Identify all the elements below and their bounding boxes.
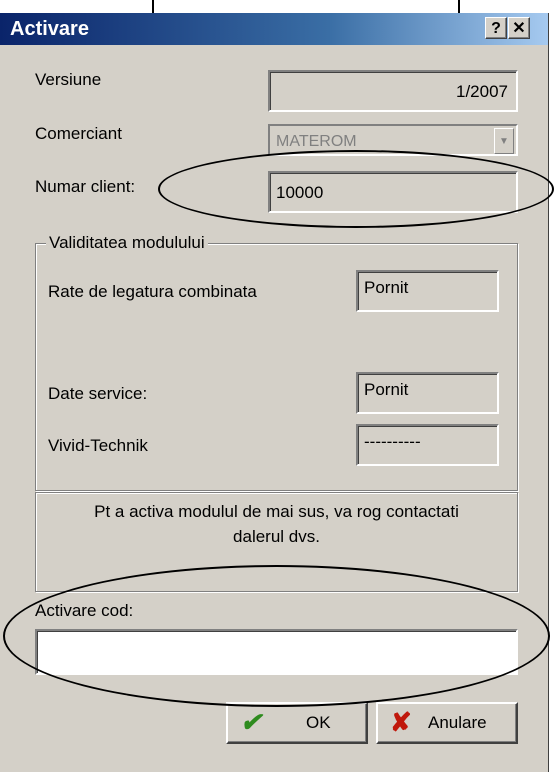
activation-code-label: Activare cod:	[35, 601, 134, 620]
comerciant-select[interactable]: MATEROM ▼	[268, 124, 518, 156]
versiune-label: Versiune	[35, 70, 102, 89]
versiune-value: 1/2007	[456, 82, 508, 101]
numar-client-field[interactable]: 10000	[268, 171, 518, 213]
rate-status: Pornit	[356, 270, 499, 312]
vivid-technik-label: Vivid-Technik	[48, 436, 148, 455]
info-line-1: Pt a activa modulul de mai sus, va rog c…	[94, 502, 459, 521]
check-icon: ✔	[240, 707, 262, 737]
date-service-status: Pornit	[356, 372, 499, 414]
activation-code-input[interactable]	[35, 629, 518, 675]
numar-client-value: 10000	[276, 183, 324, 202]
top-edge-mark	[458, 0, 460, 13]
window-title: Activare	[10, 18, 89, 40]
group-legend: Validitatea modulului	[46, 233, 208, 253]
close-button[interactable]: ✕	[508, 17, 530, 39]
module-validity-group: Validitatea modulului Rate de legatura c…	[35, 233, 518, 491]
info-line-2: dalerul dvs.	[233, 527, 320, 546]
cancel-label: Anulare	[428, 713, 487, 732]
title-bar[interactable]: Activare ? ✕	[0, 13, 548, 45]
close-icon: ✕	[512, 20, 526, 37]
numar-client-label: Numar client:	[35, 177, 136, 196]
rate-status-value: Pornit	[364, 278, 409, 297]
comerciant-label: Comerciant	[35, 124, 122, 143]
vivid-technik-status-value: ----------	[364, 432, 421, 451]
ok-label: OK	[306, 713, 331, 732]
date-service-label: Date service:	[48, 384, 148, 403]
rate-label: Rate de legatura combinata	[48, 282, 257, 301]
date-service-status-value: Pornit	[364, 380, 409, 399]
versiune-field: 1/2007	[268, 70, 518, 112]
vivid-technik-status: ----------	[356, 424, 499, 466]
comerciant-value: MATEROM	[276, 133, 357, 150]
top-edge-mark	[152, 0, 154, 13]
x-icon: ✘	[390, 707, 412, 737]
cancel-button[interactable]: ✘ Anulare	[376, 702, 518, 744]
activation-dialog: Activare ? ✕ Versiune 1/2007 Comerciant …	[0, 13, 549, 772]
info-message: Pt a activa modulul de mai sus, va rog c…	[35, 492, 518, 592]
chevron-down-icon[interactable]: ▼	[494, 128, 514, 154]
ok-button[interactable]: ✔ OK	[226, 702, 368, 744]
help-button[interactable]: ?	[485, 17, 507, 39]
